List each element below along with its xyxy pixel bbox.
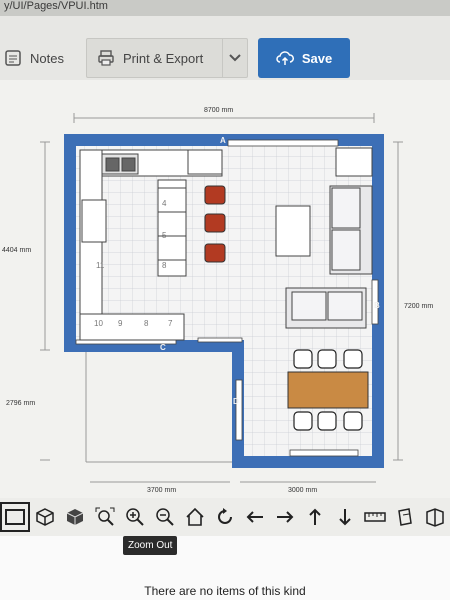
sofa-bottom[interactable]	[285, 287, 367, 329]
cabinet-label: 11	[96, 261, 105, 270]
zoom-fit-icon	[95, 507, 115, 526]
status-text: There are no items of this kind	[144, 584, 306, 598]
3d-view-button[interactable]	[30, 502, 60, 532]
zoom-out-button[interactable]	[150, 502, 180, 532]
zoom-out-icon	[156, 508, 174, 526]
zoom-fit-button[interactable]	[90, 502, 120, 532]
dimension-left-lower: 2796 mm	[6, 400, 35, 407]
tooltip-text: Zoom Out	[128, 540, 173, 551]
notes-icon	[4, 49, 22, 67]
room-view-button[interactable]	[420, 502, 450, 532]
square-icon	[5, 509, 25, 525]
dining-set[interactable]	[287, 349, 369, 431]
view-toolbar	[0, 498, 450, 536]
notes-button[interactable]: Notes	[0, 38, 74, 78]
save-button[interactable]: Save	[258, 38, 350, 78]
cube-outline-icon	[36, 508, 54, 526]
top-toolbar: Notes Print & Export Save	[0, 16, 450, 80]
rotate-button[interactable]	[210, 502, 240, 532]
wall-label-d: D	[233, 397, 239, 406]
wall-icon	[398, 508, 412, 526]
wall-label-b: B	[374, 301, 380, 310]
floor-plan-canvas[interactable]: 4 5 8 10 9 8 7 13 11	[0, 80, 450, 498]
notes-label: Notes	[30, 50, 64, 66]
pan-left-button[interactable]	[240, 502, 270, 532]
3d-solid-view-button[interactable]	[60, 502, 90, 532]
arrow-up-icon	[309, 508, 321, 525]
cabinet-label: 9	[118, 319, 123, 328]
zoom-in-button[interactable]	[120, 502, 150, 532]
zoom-out-tooltip: Zoom Out	[123, 536, 178, 555]
print-export-label: Print & Export	[123, 50, 204, 66]
cabinet-label: 5	[162, 231, 167, 240]
cabinet-label: 7	[168, 319, 173, 328]
chevron-down-icon[interactable]	[222, 39, 247, 77]
dimension-left-upper: 4404 mm	[2, 247, 31, 254]
cabinet-label: 4	[162, 199, 167, 208]
status-message: There are no items of this kind	[0, 584, 450, 598]
arrow-down-icon	[339, 509, 351, 526]
coffee-table[interactable]	[275, 205, 311, 257]
room-box-icon	[426, 508, 444, 527]
dimension-bottom-left: 3700 mm	[147, 487, 176, 494]
wall-view-button[interactable]	[390, 502, 420, 532]
ruler-icon	[364, 512, 386, 522]
cabinet-label: 10	[94, 319, 103, 328]
cabinet-label: 8	[162, 261, 167, 270]
dining-table[interactable]	[287, 371, 369, 409]
arrow-right-icon	[277, 511, 294, 523]
dimension-top: 8700 mm	[204, 107, 233, 114]
rotate-icon	[218, 508, 232, 524]
home-icon	[186, 507, 204, 526]
cabinet-label: 8	[144, 319, 149, 328]
printer-icon	[97, 49, 115, 67]
measure-button[interactable]	[360, 502, 390, 532]
cube-solid-icon	[66, 509, 84, 525]
wall-label-a: A	[220, 136, 226, 145]
dimension-bottom-right: 3000 mm	[288, 487, 317, 494]
fridge[interactable]	[81, 199, 107, 243]
print-export-button[interactable]: Print & Export	[86, 38, 248, 78]
arrow-left-icon	[246, 511, 263, 523]
pan-right-button[interactable]	[270, 502, 300, 532]
pan-down-button[interactable]	[330, 502, 360, 532]
address-url: y/UI/Pages/VPUI.htm	[4, 0, 108, 12]
sofa-right[interactable]	[329, 185, 373, 275]
save-label: Save	[301, 50, 333, 66]
zoom-in-icon	[126, 508, 144, 526]
pan-up-button[interactable]	[300, 502, 330, 532]
2d-view-button[interactable]	[0, 502, 30, 532]
wall-label-c: C	[160, 343, 166, 352]
cloud-upload-icon	[276, 49, 294, 67]
home-view-button[interactable]	[180, 502, 210, 532]
address-bar[interactable]: y/UI/Pages/VPUI.htm	[0, 0, 450, 16]
dimension-right: 7200 mm	[404, 303, 433, 310]
bar-stools[interactable]	[204, 185, 226, 263]
